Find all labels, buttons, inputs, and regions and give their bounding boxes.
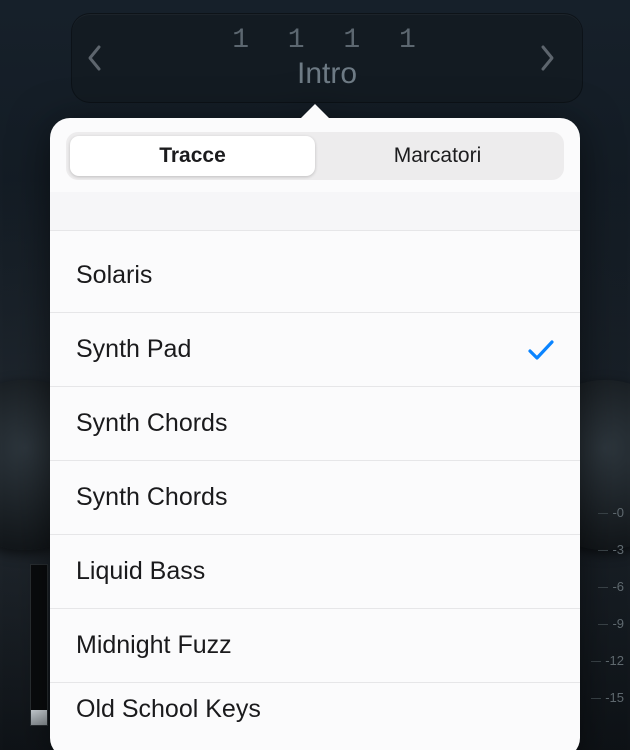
list-item[interactable]: Synth Chords xyxy=(50,387,580,461)
checkmark-icon xyxy=(528,339,554,361)
list-item[interactable]: Liquid Bass xyxy=(50,535,580,609)
tab-tracks[interactable]: Tracce xyxy=(70,136,315,176)
track-list[interactable]: Solaris Synth Pad Synth Chords Synth Chords… xyxy=(50,239,580,735)
tab-tracks-label: Tracce xyxy=(159,144,226,168)
chevron-right-icon xyxy=(538,44,556,72)
list-item[interactable]: Synth Pad xyxy=(50,313,580,387)
track-popover: Tracce Marcatori Solaris Synth Pad Synth C… xyxy=(50,118,580,750)
list-item[interactable]: Old School Keys xyxy=(50,683,580,735)
position-navigator: 1 1 1 1 Intro xyxy=(72,14,582,102)
track-name: Synth Chords xyxy=(76,483,227,512)
tab-markers[interactable]: Marcatori xyxy=(315,136,560,176)
meter-tick: -15 xyxy=(591,690,624,705)
tab-markers-label: Marcatori xyxy=(394,144,482,168)
track-name: Solaris xyxy=(76,261,152,290)
meter-tick: -0 xyxy=(598,505,624,520)
meter-tick: -3 xyxy=(598,542,624,557)
prev-marker-button[interactable] xyxy=(86,44,116,72)
chevron-left-icon xyxy=(86,44,104,72)
meter-right: -0 -3 -6 -9 -12 -15 xyxy=(582,505,626,745)
playhead-position: 1 1 1 1 xyxy=(116,27,538,55)
next-marker-button[interactable] xyxy=(538,44,568,72)
segmented-control: Tracce Marcatori xyxy=(66,132,564,180)
list-header-gap xyxy=(50,192,580,231)
track-name: Old School Keys xyxy=(76,695,261,724)
track-name: Liquid Bass xyxy=(76,557,205,586)
track-name: Midnight Fuzz xyxy=(76,631,232,660)
meter-tick: -12 xyxy=(591,653,624,668)
track-name: Synth Pad xyxy=(76,335,191,364)
current-marker-name[interactable]: Intro xyxy=(116,57,538,90)
list-item[interactable]: Solaris xyxy=(50,239,580,313)
popover-arrow xyxy=(301,104,329,118)
meter-tick: -6 xyxy=(598,579,624,594)
meter-tick: -9 xyxy=(598,616,624,631)
list-item[interactable]: Midnight Fuzz xyxy=(50,609,580,683)
track-name: Synth Chords xyxy=(76,409,227,438)
list-item[interactable]: Synth Chords xyxy=(50,461,580,535)
meter-left xyxy=(30,564,48,726)
